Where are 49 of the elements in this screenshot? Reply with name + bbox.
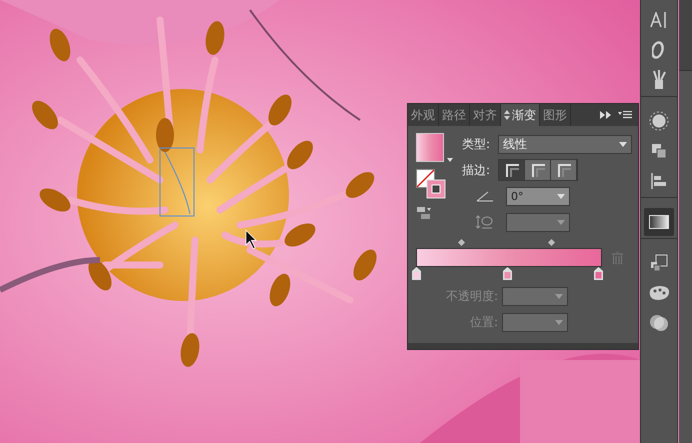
stroke-label: 描边: [462, 162, 492, 178]
panel-tab[interactable]: 图形 [540, 104, 571, 126]
stroke-gradient-button[interactable] [499, 160, 525, 180]
stroke-gradient-button[interactable] [525, 160, 551, 180]
pathfinder-icon[interactable] [651, 143, 667, 159]
caret-icon [557, 220, 565, 224]
caret-icon [555, 320, 563, 324]
fill-stroke-icon[interactable] [416, 169, 446, 199]
panel-tab[interactable]: 外观 [408, 104, 439, 126]
mouse-pointer-icon [245, 229, 257, 250]
corner-icon [556, 163, 570, 177]
caret-icon [619, 142, 627, 146]
up-down-arrows-icon [504, 110, 510, 120]
aspect-ratio-icon [476, 215, 494, 229]
text-cursor-icon[interactable] [650, 12, 668, 28]
type-dropdown[interactable]: 线性 [498, 134, 632, 154]
reverse-gradient-icon[interactable] [416, 206, 432, 220]
location-label: 位置: [468, 314, 499, 330]
angle-icon [476, 190, 494, 202]
caret-icon [557, 194, 565, 198]
corner-icon [504, 163, 518, 177]
corner-icon [530, 163, 544, 177]
palette-icon[interactable] [648, 285, 670, 301]
brushes-icon[interactable] [651, 70, 667, 90]
expand-icon[interactable] [600, 111, 612, 119]
location-field[interactable] [502, 312, 568, 332]
midpoint-icon[interactable] [458, 239, 465, 246]
caret-icon [555, 294, 563, 298]
opacity-label: 不透明度: [444, 288, 499, 304]
transparency-icon[interactable] [649, 314, 669, 332]
panel-tab[interactable]: 渐变 [501, 104, 540, 126]
gradient-stop[interactable] [503, 267, 512, 280]
gradient-swatch[interactable] [416, 133, 444, 162]
gradient-stop[interactable] [412, 267, 421, 280]
letter-o-icon[interactable] [652, 41, 666, 59]
circle-icon[interactable] [649, 111, 669, 131]
caret-icon[interactable] [447, 158, 453, 162]
gradient-icon[interactable] [649, 215, 669, 229]
gradient-stop[interactable] [594, 267, 603, 280]
align-left-icon[interactable] [651, 173, 667, 189]
menu-icon[interactable] [618, 111, 632, 119]
resize-grip[interactable] [408, 343, 638, 349]
angle-field[interactable]: 0° [506, 186, 570, 206]
midpoint-icon[interactable] [548, 239, 555, 246]
transform-icon[interactable] [650, 254, 668, 272]
gradient-slider[interactable] [416, 248, 602, 267]
type-label: 类型: [462, 136, 492, 152]
stroke-gradient-button[interactable] [551, 160, 577, 180]
panel-tab[interactable]: 路径 [439, 104, 470, 126]
